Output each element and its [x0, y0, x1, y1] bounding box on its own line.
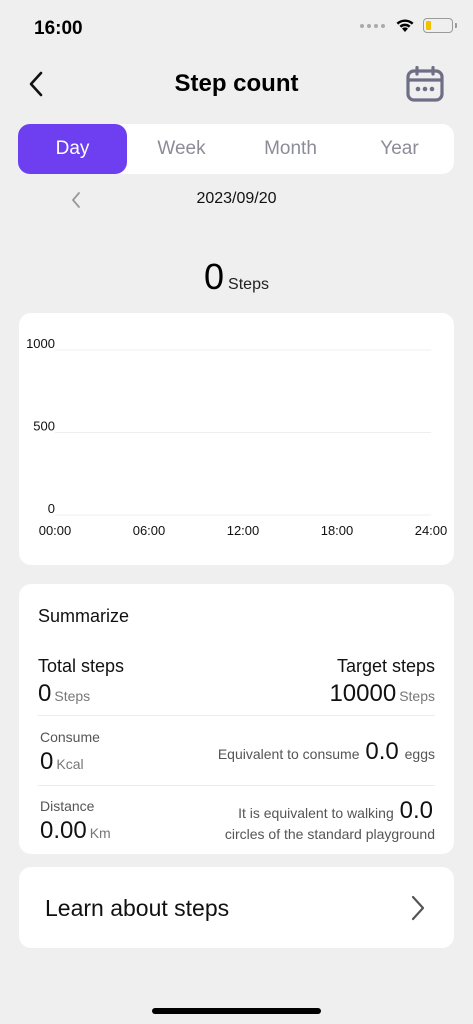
home-indicator	[152, 1008, 321, 1014]
current-date: 2023/09/20	[196, 190, 277, 207]
distance-unit: Km	[89, 825, 111, 841]
status-icons	[360, 18, 457, 33]
battery-icon	[423, 18, 457, 33]
learn-about-steps-button[interactable]: Learn about steps	[19, 867, 454, 948]
walking-suffix: circles of the standard playground	[224, 826, 435, 842]
x-tick-label: 00:00	[39, 523, 72, 538]
divider	[38, 715, 435, 716]
period-tabs: Day Week Month Year	[18, 124, 454, 174]
status-time: 16:00	[34, 18, 83, 39]
steps-unit: Steps	[228, 276, 269, 293]
summary-card: Summarize Total steps 0 Steps Target step…	[19, 584, 454, 854]
consume-unit: Kcal	[56, 756, 84, 772]
eggs-value: 0.0	[365, 738, 399, 765]
steps-value: 0	[204, 256, 225, 297]
calendar-icon	[406, 66, 444, 102]
total-steps-label: Total steps	[38, 656, 125, 676]
tab-week[interactable]: Week	[127, 124, 236, 174]
tab-day[interactable]: Day	[18, 124, 127, 174]
date-navigation: 2023/09/20	[0, 186, 473, 214]
divider	[38, 785, 435, 786]
header: Step count	[0, 60, 473, 108]
walking-prefix: It is equivalent to walking	[238, 805, 394, 821]
walking-equivalent: It is equivalent to walking 0.0	[238, 797, 435, 825]
calendar-button[interactable]	[405, 64, 445, 104]
target-steps-unit: Steps	[399, 688, 435, 704]
total-steps: 0 Steps	[38, 680, 90, 708]
distance-value: 0.00	[40, 817, 87, 844]
target-steps: 10000 Steps	[329, 680, 435, 708]
y-tick-label: 500	[33, 419, 55, 434]
wifi-icon	[396, 19, 414, 32]
eggs-prefix: Equivalent to consume	[217, 746, 360, 762]
distance-label: Distance	[40, 798, 95, 814]
eggs-unit: eggs	[404, 746, 435, 762]
x-tick-label: 06:00	[133, 523, 166, 538]
chevron-right-icon	[408, 893, 428, 923]
total-steps-unit: Steps	[54, 688, 91, 704]
x-tick-label: 18:00	[321, 523, 354, 538]
consume-value: 0	[40, 748, 54, 775]
page-title: Step count	[174, 70, 299, 97]
tab-year[interactable]: Year	[345, 124, 454, 174]
distance: 0.00 Km	[40, 817, 111, 845]
tab-month[interactable]: Month	[236, 124, 345, 174]
x-tick-label: 24:00	[415, 523, 448, 538]
y-tick-label: 1000	[26, 336, 55, 351]
chart-canvas: 1000 500 0 00:00 06:00 12:00 18:00 24:00	[26, 336, 448, 538]
steps-total: 0 Steps	[0, 256, 473, 298]
y-tick-label: 0	[48, 501, 55, 516]
steps-chart: 1000 500 0 00:00 06:00 12:00 18:00 24:00	[19, 313, 454, 565]
target-steps-label: Target steps	[336, 656, 435, 676]
learn-about-steps-label: Learn about steps	[45, 895, 230, 921]
summary-title: Summarize	[38, 606, 130, 626]
target-steps-value: 10000	[329, 680, 397, 707]
x-tick-label: 12:00	[227, 523, 260, 538]
status-bar: 16:00	[0, 0, 473, 56]
total-steps-value: 0	[38, 680, 52, 707]
eggs-equivalent: Equivalent to consume 0.0 eggs	[218, 738, 435, 766]
consume: 0 Kcal	[40, 748, 84, 776]
walking-value: 0.0	[399, 797, 433, 824]
consume-label: Consume	[40, 729, 100, 745]
cellular-icon	[360, 23, 385, 28]
